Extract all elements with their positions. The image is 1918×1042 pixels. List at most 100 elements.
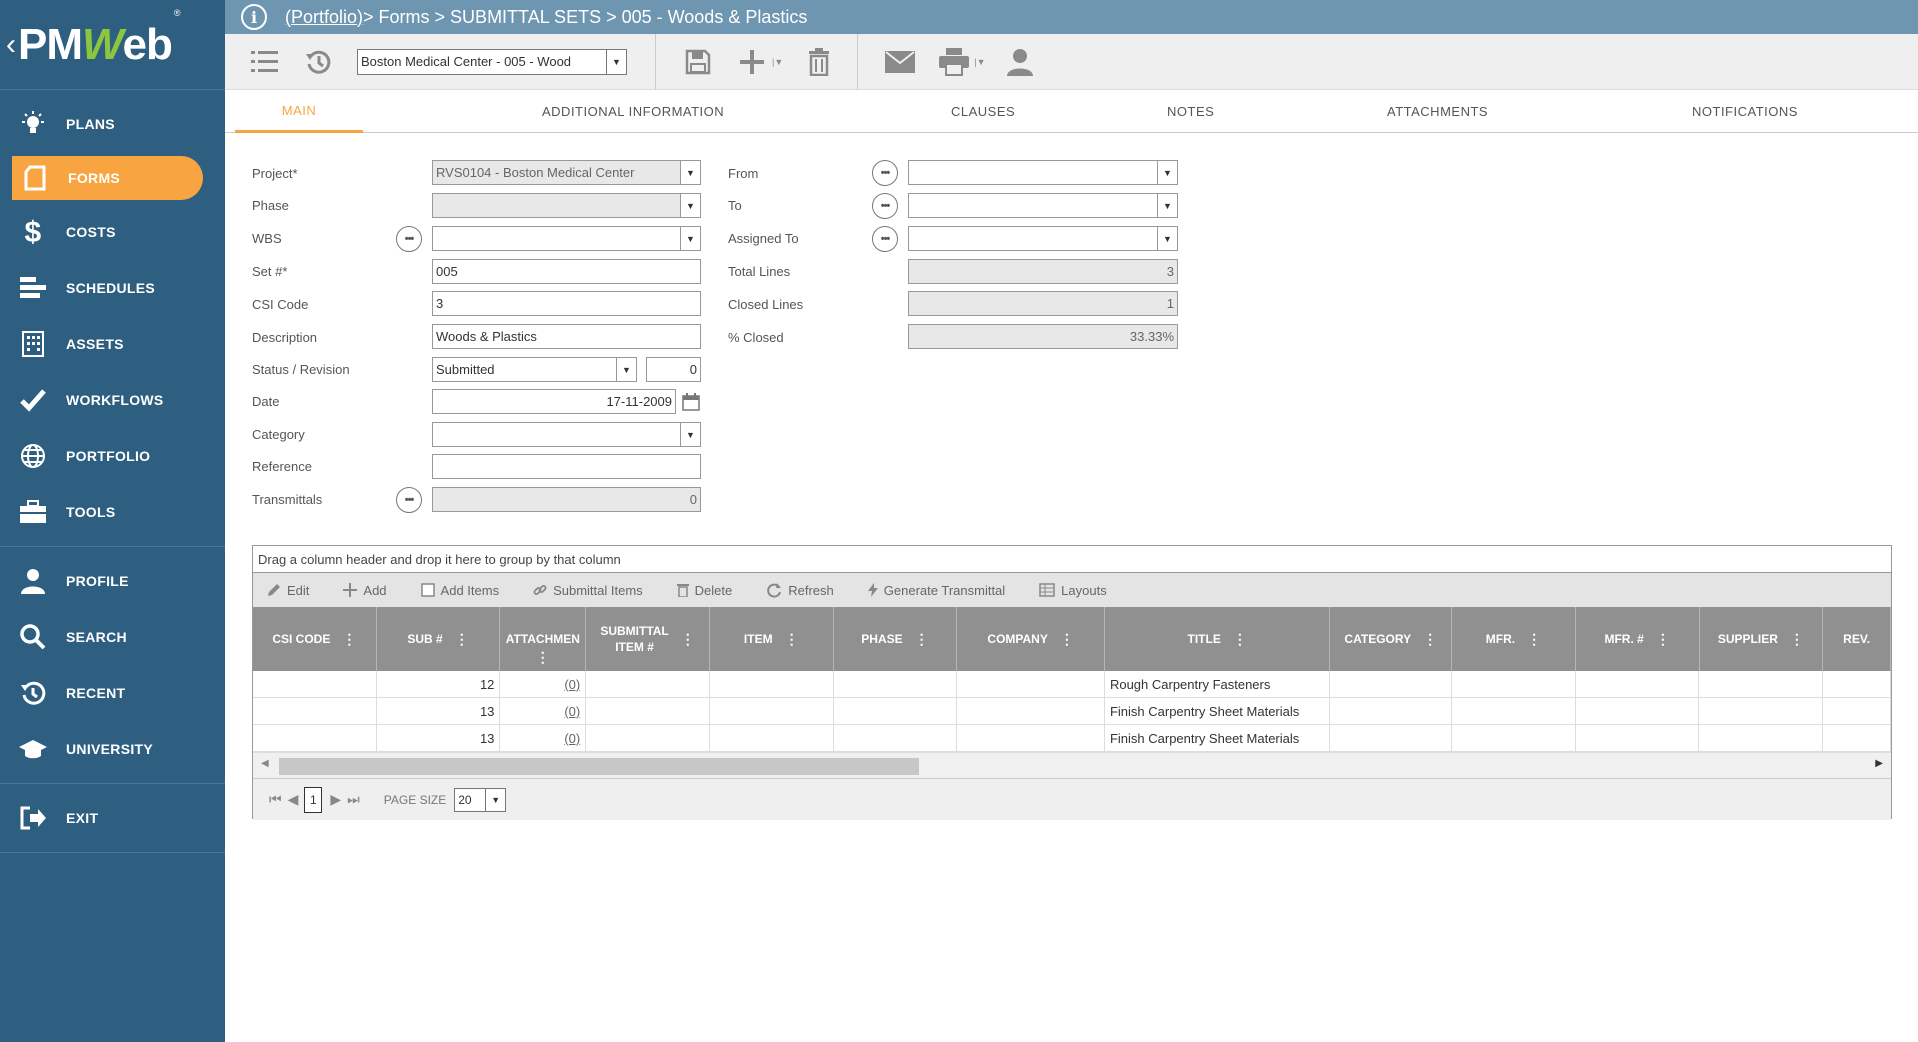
column-header-mfr[interactable]: MFR. ⋮ [1452,607,1576,671]
column-header-title[interactable]: TITLE ⋮ [1105,607,1331,671]
breadcrumb-portfolio-link[interactable]: (Portfolio) [285,7,363,28]
project-select[interactable]: RVS0104 - Boston Medical Center ▼ [432,160,701,185]
assigned-to-select[interactable]: ▼ [908,226,1178,251]
scrollbar-thumb[interactable] [279,758,919,775]
column-header-item[interactable]: ITEM ⋮ [710,607,834,671]
list-icon[interactable] [249,46,281,78]
phase-select[interactable]: ▼ [432,193,701,218]
tab-notes[interactable]: NOTES [1167,90,1214,133]
column-header-category[interactable]: CATEGORY ⋮ [1330,607,1453,671]
sidebar-item-search[interactable]: SEARCH [0,609,225,665]
column-menu-icon[interactable]: ⋮ [1423,631,1437,647]
sidebar-item-profile[interactable]: PROFILE [0,553,225,609]
grid-refresh-button[interactable]: Refresh [766,582,834,598]
attachments-link[interactable]: (0) [500,698,587,724]
date-input[interactable]: 17-11-2009 [432,389,676,414]
to-lookup-button[interactable]: ••• [872,193,898,219]
csi-code-input[interactable]: 3 [432,291,701,316]
grid-layouts-button[interactable]: Layouts [1039,583,1107,598]
to-select[interactable]: ▼ [908,193,1178,218]
user-icon[interactable] [1004,46,1036,78]
description-input[interactable]: Woods & Plastics [432,324,701,349]
table-row[interactable]: 13 (0) Finish Carpentry Sheet Materials [253,725,1892,752]
sidebar-item-university[interactable]: UNIVERSITY [0,721,225,777]
sidebar-item-portfolio[interactable]: PORTFOLIO [0,428,225,484]
column-header-sub[interactable]: SUB # ⋮ [377,607,501,671]
column-menu-icon[interactable]: ⋮ [1656,631,1670,647]
from-select[interactable]: ▼ [908,160,1178,185]
pmweb-logo[interactable]: ‹ PMWeb ® [0,0,225,90]
column-menu-icon[interactable]: ⋮ [785,631,799,647]
last-page-icon[interactable]: ⏭ [347,791,360,808]
add-dropdown-icon[interactable]: |▼ [772,57,783,67]
table-row[interactable]: 13 (0) Finish Carpentry Sheet Materials [253,698,1892,725]
status-select[interactable]: Submitted ▼ [432,357,637,382]
email-icon[interactable] [884,46,916,78]
grid-submittal-items-button[interactable]: Submittal Items [533,583,643,598]
first-page-icon[interactable]: ⏮ [269,791,282,808]
attachments-link[interactable]: (0) [500,725,587,751]
from-lookup-button[interactable]: ••• [872,160,898,186]
group-by-bar[interactable]: Drag a column header and drop it here to… [253,546,1891,573]
grid-delete-button[interactable]: Delete [676,583,732,598]
table-row[interactable]: 12 (0) Rough Carpentry Fasteners [253,671,1892,698]
save-icon[interactable] [682,46,714,78]
assigned-to-lookup-button[interactable]: ••• [872,226,898,252]
column-header-rev[interactable]: REV. [1823,607,1892,671]
sidebar-item-assets[interactable]: ASSETS [0,316,225,372]
column-header-supplier[interactable]: SUPPLIER ⋮ [1700,607,1824,671]
sidebar-item-plans[interactable]: PLANS [0,96,225,152]
record-selector[interactable]: Boston Medical Center - 005 - Wood ▼ [357,48,627,75]
tab-main[interactable]: MAIN [235,90,363,133]
add-icon[interactable] [736,46,768,78]
column-menu-icon[interactable]: ⋮ [915,631,929,647]
tab-notifications[interactable]: NOTIFICATIONS [1692,90,1798,133]
revision-input[interactable]: 0 [646,357,701,382]
print-icon[interactable] [938,46,970,78]
sidebar-item-exit[interactable]: EXIT [0,790,225,846]
column-menu-icon[interactable]: ⋮ [681,631,695,647]
sidebar-item-forms[interactable]: FORMS [12,156,203,200]
horizontal-scrollbar[interactable]: ◀ ▶ [253,752,1891,778]
tab-clauses[interactable]: CLAUSES [951,90,1015,133]
history-icon[interactable] [303,46,335,78]
grid-generate-transmittal-button[interactable]: Generate Transmittal [867,583,1005,598]
column-header-mfr[interactable]: MFR. # ⋮ [1576,607,1700,671]
sidebar-item-recent[interactable]: RECENT [0,665,225,721]
set-number-input[interactable]: 005 [432,259,701,284]
wbs-select[interactable]: ▼ [432,226,701,251]
grid-edit-button[interactable]: Edit [267,583,309,598]
column-menu-icon[interactable]: ⋮ [1527,631,1541,647]
column-menu-icon[interactable]: ⋮ [536,649,550,665]
tab-additional-information[interactable]: ADDITIONAL INFORMATION [542,90,724,133]
calendar-icon[interactable] [682,393,700,411]
column-menu-icon[interactable]: ⋮ [1233,631,1247,647]
column-header-csi-code[interactable]: CSI CODE ⋮ [253,607,377,671]
column-menu-icon[interactable]: ⋮ [455,631,469,647]
sidebar-item-costs[interactable]: $ COSTS [0,204,225,260]
current-page-input[interactable]: 1 [304,786,323,813]
column-header-phase[interactable]: PHASE ⋮ [834,607,958,671]
sidebar-item-tools[interactable]: TOOLS [0,484,225,540]
page-size-select[interactable]: 20 ▼ [454,787,507,812]
column-menu-icon[interactable]: ⋮ [342,631,356,647]
info-icon[interactable]: i [241,4,267,30]
transmittals-lookup-button[interactable]: ••• [396,487,422,513]
wbs-lookup-button[interactable]: ••• [396,226,422,252]
column-header-company[interactable]: COMPANY ⋮ [957,607,1105,671]
tab-attachments[interactable]: ATTACHMENTS [1387,90,1488,133]
delete-icon[interactable] [803,46,835,78]
reference-input[interactable] [432,454,701,479]
column-header-submittal-item[interactable]: SUBMITTAL ITEM # ⋮ [586,607,710,671]
column-header-attachments[interactable]: ATTACHMEN ⋮ [500,607,587,671]
scroll-right-icon[interactable]: ▶ [1875,758,1883,769]
print-dropdown-icon[interactable]: |▼ [974,57,985,67]
attachments-link[interactable]: (0) [500,671,587,697]
grid-add-button[interactable]: Add [343,583,387,598]
scroll-left-icon[interactable]: ◀ [261,758,269,769]
column-menu-icon[interactable]: ⋮ [1060,631,1074,647]
category-select[interactable]: ▼ [432,422,701,447]
column-menu-icon[interactable]: ⋮ [1790,631,1804,647]
sidebar-item-schedules[interactable]: SCHEDULES [0,260,225,316]
next-page-icon[interactable]: ▶ [330,791,341,808]
